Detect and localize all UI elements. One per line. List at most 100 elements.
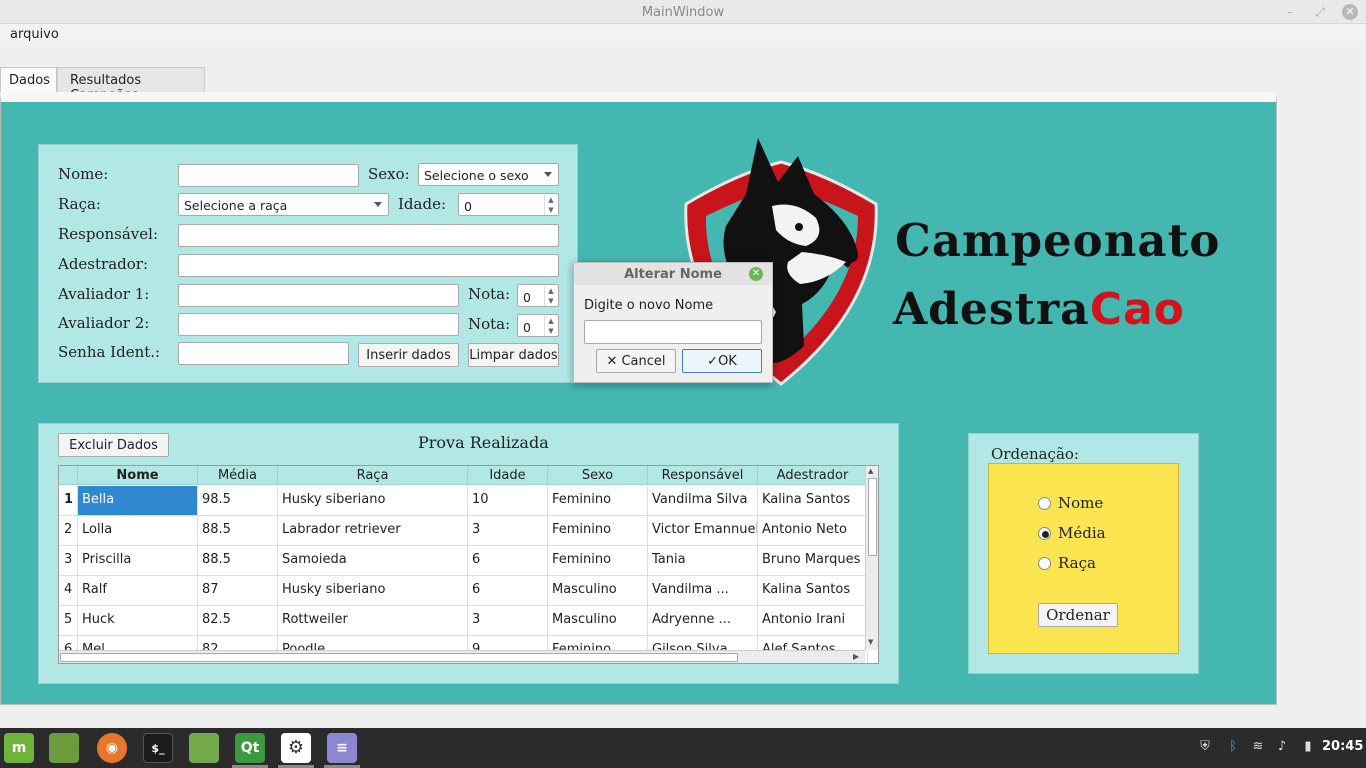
table-cell[interactable]: 6 xyxy=(468,576,548,606)
senha-input[interactable] xyxy=(178,342,349,365)
idade-spinbox[interactable]: 0 ▲ ▼ xyxy=(458,193,559,216)
tab-dados[interactable]: Dados xyxy=(0,67,57,93)
battery-icon[interactable]: ▮ xyxy=(1299,739,1317,754)
table-cell[interactable]: Huck xyxy=(78,606,198,636)
scroll-down-icon[interactable]: ▼ xyxy=(868,638,873,646)
table-cell[interactable]: Kalina Santos xyxy=(758,576,868,606)
table-cell[interactable]: Samoieda xyxy=(278,546,468,576)
close-icon[interactable]: ✕ xyxy=(749,267,763,281)
row-number[interactable]: 3 xyxy=(59,546,78,576)
table-cell[interactable]: Feminino xyxy=(548,546,648,576)
avaliador1-input[interactable] xyxy=(178,284,459,307)
column-header-nome[interactable]: Nome xyxy=(78,466,198,485)
horizontal-scrollbar[interactable]: ▶ xyxy=(59,650,865,663)
spin-up-icon[interactable]: ▲ xyxy=(544,195,557,205)
table-cell[interactable]: 3 xyxy=(468,516,548,546)
table-cell[interactable]: Vandilma Silva xyxy=(648,486,758,516)
table-cell[interactable]: 3 xyxy=(468,606,548,636)
column-header-sexo[interactable]: Sexo xyxy=(548,466,648,485)
radio-media[interactable] xyxy=(1038,527,1051,540)
volume-icon[interactable]: ♪ xyxy=(1273,739,1291,754)
vertical-scrollbar[interactable]: ▲ ▼ xyxy=(865,466,878,650)
qt-creator-icon[interactable]: Qt xyxy=(235,733,265,763)
table-cell[interactable]: Feminino xyxy=(548,516,648,546)
menu-arquivo[interactable]: arquivo xyxy=(10,27,59,42)
table-cell[interactable]: Antonio Irani xyxy=(758,606,868,636)
table-cell[interactable]: Vandilma ... xyxy=(648,576,758,606)
spin-down-icon[interactable]: ▼ xyxy=(544,296,557,306)
table-cell[interactable]: Husky siberiano xyxy=(278,576,468,606)
table-cell[interactable]: Antonio Neto xyxy=(758,516,868,546)
scroll-up-icon[interactable]: ▲ xyxy=(868,467,873,475)
nota1-spinbox[interactable]: 0 ▲ ▼ xyxy=(517,284,559,307)
table-cell[interactable]: Kalina Santos xyxy=(758,486,868,516)
column-header-responsavel[interactable]: Responsável xyxy=(648,466,758,485)
responsavel-input[interactable] xyxy=(178,224,559,247)
table-cell[interactable]: Adryenne ... xyxy=(648,606,758,636)
spin-up-icon[interactable]: ▲ xyxy=(544,316,557,326)
avaliador2-input[interactable] xyxy=(178,313,459,336)
row-number[interactable]: 4 xyxy=(59,576,78,606)
table-cell[interactable]: Bruno Marques xyxy=(758,546,868,576)
table-cell[interactable]: Labrador retriever xyxy=(278,516,468,546)
ok-button[interactable]: ✓OK xyxy=(682,349,762,373)
limpar-dados-button[interactable]: Limpar dados xyxy=(468,343,559,367)
ordenar-button[interactable]: Ordenar xyxy=(1038,603,1118,627)
table-cell[interactable]: Lolla xyxy=(78,516,198,546)
table-cell[interactable]: Husky siberiano xyxy=(278,486,468,516)
gear-icon[interactable]: ⚙ xyxy=(281,733,311,763)
table-cell[interactable]: Ralf xyxy=(78,576,198,606)
radio-nome[interactable] xyxy=(1038,497,1051,510)
table-cell[interactable]: 88.5 xyxy=(198,516,278,546)
spin-down-icon[interactable]: ▼ xyxy=(544,205,557,215)
table-cell[interactable]: Victor Emannuel xyxy=(648,516,758,546)
terminal-icon[interactable]: $_ xyxy=(143,733,173,763)
minimize-icon[interactable]: – xyxy=(1282,4,1298,20)
horizontal-scroll-thumb[interactable] xyxy=(60,653,738,662)
mint-menu-icon[interactable]: m xyxy=(4,733,34,763)
raca-select[interactable]: Selecione a raça xyxy=(178,193,389,216)
tab-resultados-campeoes[interactable]: Resultados Campeões xyxy=(57,67,205,103)
nota2-spinbox[interactable]: 0 ▲ ▼ xyxy=(517,314,559,337)
novo-nome-input[interactable] xyxy=(584,320,762,344)
table-cell[interactable]: Tania xyxy=(648,546,758,576)
vertical-scroll-thumb[interactable] xyxy=(868,478,877,556)
show-desktop-icon[interactable] xyxy=(49,733,79,763)
text-editor-icon[interactable]: ≡ xyxy=(327,733,357,763)
spin-down-icon[interactable]: ▼ xyxy=(544,326,557,336)
close-icon[interactable]: ✕ xyxy=(1342,4,1358,20)
files-icon[interactable] xyxy=(189,733,219,763)
bluetooth-icon[interactable]: ᛒ xyxy=(1224,739,1242,754)
restore-icon[interactable]: ⤢ xyxy=(1312,4,1328,20)
sexo-select[interactable]: Selecione o sexo xyxy=(418,163,559,186)
table-cell[interactable]: 98.5 xyxy=(198,486,278,516)
column-header-raca[interactable]: Raça xyxy=(278,466,468,485)
clock[interactable]: 20:45 xyxy=(1322,739,1363,754)
table-cell[interactable]: 10 xyxy=(468,486,548,516)
spin-up-icon[interactable]: ▲ xyxy=(544,286,557,296)
table-cell[interactable]: Bella xyxy=(78,486,198,516)
nome-input[interactable] xyxy=(178,164,359,187)
table-cell[interactable]: Priscilla xyxy=(78,546,198,576)
table-cell[interactable]: Rottweiler xyxy=(278,606,468,636)
radio-raca[interactable] xyxy=(1038,557,1051,570)
row-number[interactable]: 1 xyxy=(59,486,78,516)
table-cell[interactable]: 6 xyxy=(468,546,548,576)
table-cell[interactable]: 87 xyxy=(198,576,278,606)
column-header-media[interactable]: Média xyxy=(198,466,278,485)
adestrador-input[interactable] xyxy=(178,254,559,277)
inserir-dados-button[interactable]: Inserir dados xyxy=(358,343,459,367)
wifi-icon[interactable]: ≋ xyxy=(1249,739,1267,754)
firefox-icon[interactable]: ◉ xyxy=(97,733,127,763)
row-number[interactable]: 5 xyxy=(59,606,78,636)
table-cell[interactable]: 82.5 xyxy=(198,606,278,636)
table-cell[interactable]: Masculino xyxy=(548,606,648,636)
column-header-adestrador[interactable]: Adestrador xyxy=(758,466,868,485)
shield-icon[interactable]: ⛨ xyxy=(1196,739,1214,754)
row-number[interactable]: 2 xyxy=(59,516,78,546)
cancel-button[interactable]: ✕ Cancel xyxy=(596,349,676,373)
table-cell[interactable]: 88.5 xyxy=(198,546,278,576)
scroll-right-icon[interactable]: ▶ xyxy=(853,652,859,661)
column-header-idade[interactable]: Idade xyxy=(468,466,548,485)
excluir-dados-button[interactable]: Excluir Dados xyxy=(58,433,169,457)
